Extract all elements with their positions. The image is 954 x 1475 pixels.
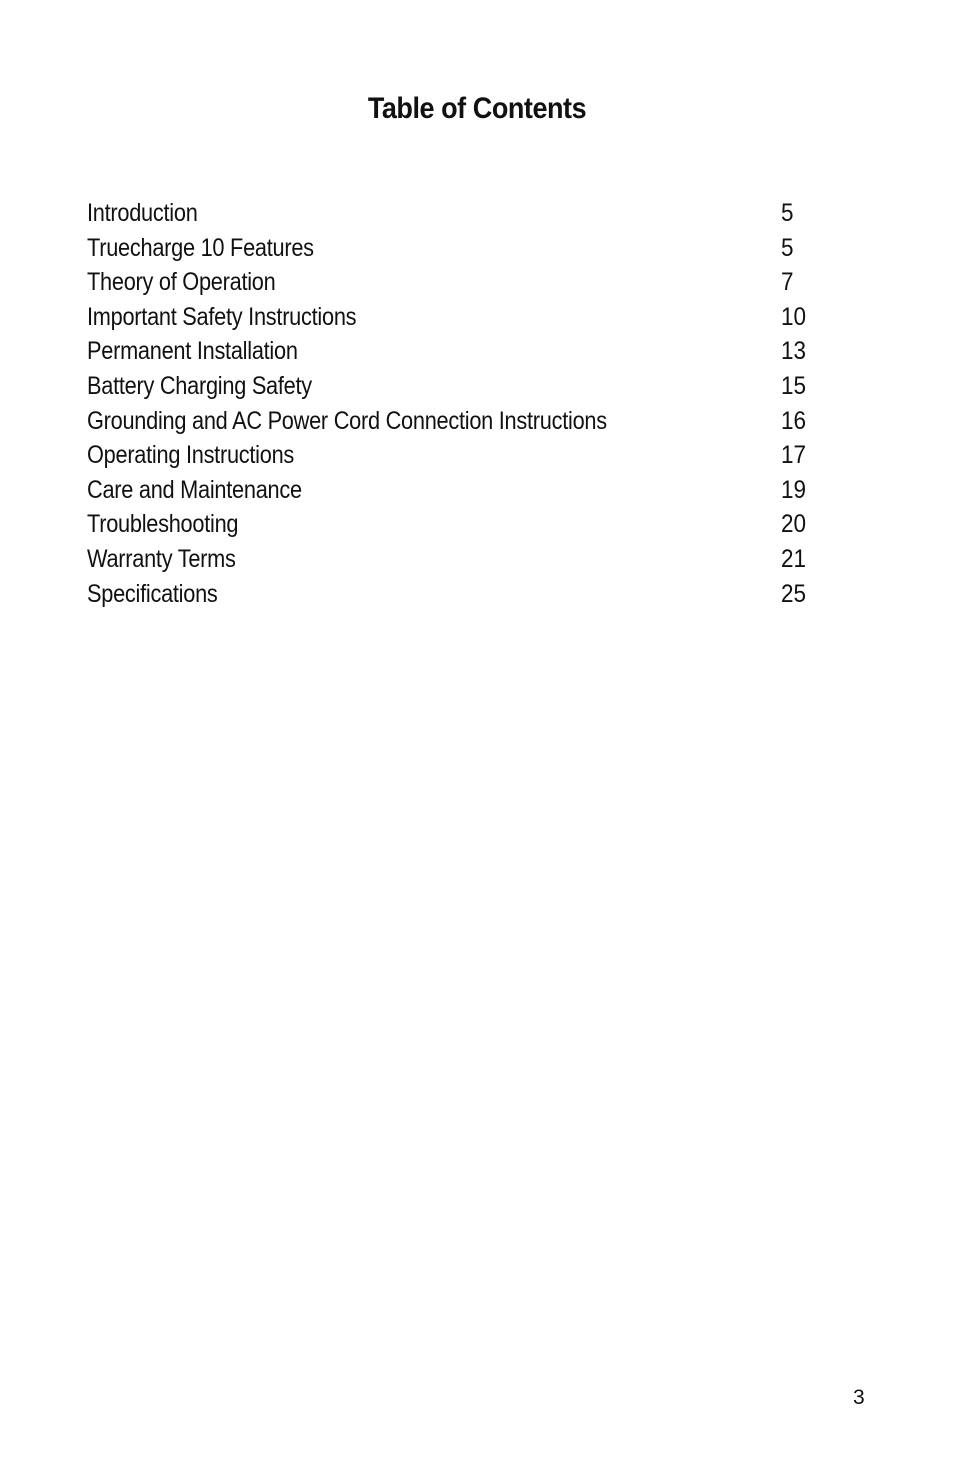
toc-entry-specifications[interactable]: Specifications 25 [87, 577, 847, 612]
toc-entry-page: 25 [781, 579, 807, 608]
toc-entry-page: 10 [781, 302, 807, 331]
toc-entry-permanent-installation[interactable]: Permanent Installation 13 [87, 334, 847, 369]
toc-entry-page: 7 [781, 268, 794, 297]
toc-entry-page: 21 [781, 544, 807, 573]
page-number: 3 [853, 1386, 865, 1409]
toc-entry-page: 5 [781, 233, 794, 262]
toc-entry-label: Care and Maintenance [87, 475, 302, 504]
toc-entry-battery-charging-safety[interactable]: Battery Charging Safety 15 [87, 369, 847, 404]
toc-entry-page: 19 [781, 475, 807, 504]
toc-entry-page: 5 [781, 199, 794, 227]
toc-entry-page: 15 [781, 371, 807, 400]
toc-entry-label: Grounding and AC Power Cord Connection I… [87, 406, 607, 435]
toc-entry-label: Permanent Installation [87, 337, 298, 366]
toc-entry-features[interactable]: Truecharge 10 Features 5 [87, 231, 847, 266]
toc-entry-label: Introduction [87, 199, 198, 227]
toc-entry-label: Theory of Operation [87, 268, 276, 297]
toc-entry-page: 13 [781, 337, 807, 366]
page-title: Table of Contents [367, 92, 587, 125]
toc-entry-label: Important Safety Instructions [87, 302, 357, 331]
toc-entry-page: 20 [781, 510, 807, 539]
toc-entry-label: Truecharge 10 Features [87, 233, 314, 262]
toc-entry-warranty-terms[interactable]: Warranty Terms 21 [87, 542, 847, 577]
toc-entry-troubleshooting[interactable]: Troubleshooting 20 [87, 507, 847, 542]
toc-entry-operating-instructions[interactable]: Operating Instructions 17 [87, 438, 847, 473]
toc-entry-grounding-ac-power-cord[interactable]: Grounding and AC Power Cord Connection I… [87, 404, 847, 439]
toc-entry-page: 16 [781, 406, 807, 435]
toc-entry-care-and-maintenance[interactable]: Care and Maintenance 19 [87, 473, 847, 508]
toc-entry-page: 17 [781, 441, 807, 470]
toc-entry-label: Operating Instructions [87, 441, 295, 470]
toc-entry-label: Specifications [87, 579, 218, 608]
toc-entry-theory-of-operation[interactable]: Theory of Operation 7 [87, 265, 847, 300]
toc-entry-label: Troubleshooting [87, 510, 239, 539]
toc-entry-label: Battery Charging Safety [87, 371, 312, 400]
toc-entry-important-safety-instructions[interactable]: Important Safety Instructions 10 [87, 300, 847, 335]
toc-entry-introduction[interactable]: Introduction 5 [87, 196, 847, 231]
toc-entry-label: Warranty Terms [87, 544, 236, 573]
table-of-contents: Introduction 5 Truecharge 10 Features 5 … [87, 196, 847, 611]
